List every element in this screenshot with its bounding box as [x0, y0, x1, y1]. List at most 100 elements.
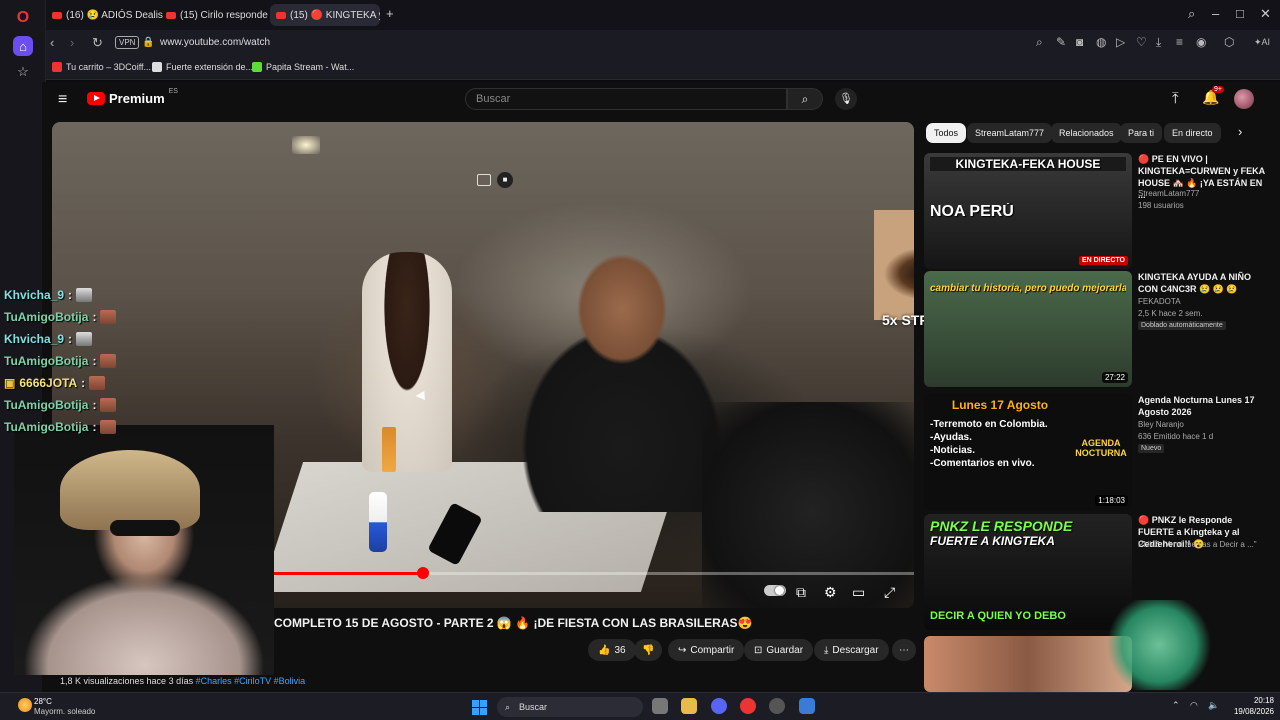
voice-search-button[interactable]: 🎙: [835, 88, 857, 110]
weather-description[interactable]: Mayorm. soleado: [34, 707, 95, 716]
chip-para-ti[interactable]: Para ti: [1120, 123, 1163, 143]
chip-relacionados[interactable]: Relacionados: [1051, 123, 1122, 143]
like-button[interactable]: 👍 36: [588, 639, 636, 661]
thumbnail[interactable]: KINGTEKA-FEKA HOUSE NOA PERÚ EN DIRECTO: [924, 153, 1132, 269]
thumbnail-line: -Terremoto en Colombia.: [930, 419, 1048, 430]
camera-icon[interactable]: ■: [497, 172, 513, 188]
forward-icon[interactable]: ›: [70, 35, 74, 50]
autoplay-toggle[interactable]: [764, 585, 786, 596]
search-tabs-icon[interactable]: ⌕: [1188, 6, 1195, 22]
menu-icon[interactable]: ≡: [1176, 35, 1183, 49]
new-tab-icon[interactable]: +: [386, 6, 394, 21]
tab-1[interactable]: (16) 😢 ADIÓS Dealis ¡FE: [46, 4, 166, 26]
duration-badge: 27:22: [1101, 372, 1128, 383]
ai-button[interactable]: ✦AI: [1254, 37, 1270, 48]
theater-mode-icon[interactable]: ▭: [852, 584, 865, 601]
settings-gear-icon[interactable]: ⚙: [824, 584, 837, 601]
back-icon[interactable]: ‹: [50, 35, 54, 50]
camera-icon[interactable]: ◙: [1076, 35, 1083, 49]
vpn-badge[interactable]: VPN: [115, 36, 140, 49]
share-button[interactable]: ↪ Compartir: [668, 639, 745, 661]
recommendation-item[interactable]: KINGTEKA-FEKA HOUSE NOA PERÚ EN DIRECTO …: [924, 153, 1268, 271]
wifi-icon[interactable]: ◠: [1190, 700, 1198, 711]
recommendation-item[interactable]: cambiar tu historia, pero puedo mejorarl…: [924, 271, 1268, 389]
chat-separator: :: [92, 398, 97, 412]
pinboard-icon[interactable]: ☆: [13, 62, 33, 82]
recommendation-channel[interactable]: Bley Naranjo: [1138, 420, 1184, 429]
recommendation-title[interactable]: KINGTEKA AYUDA A NIÑO CON C4NC3R 😢 😢 😢: [1138, 271, 1266, 295]
volume-icon[interactable]: 🔈: [1208, 700, 1219, 711]
edit-icon[interactable]: ✎: [1056, 35, 1066, 49]
task-view-icon[interactable]: [652, 698, 668, 714]
youtube-logo[interactable]: Premium ES: [87, 88, 178, 106]
video-frame-bottle: [369, 492, 387, 552]
microphone-icon: 🎙: [839, 93, 853, 105]
opera-browser-icon[interactable]: [740, 698, 756, 714]
subtitles-icon[interactable]: ⧉: [796, 584, 806, 601]
youtube-play-icon: [87, 92, 105, 105]
weather-temperature[interactable]: 28°C: [34, 697, 52, 706]
recommendation-channel[interactable]: FEKADOTA: [1138, 297, 1181, 306]
chip-en-directo[interactable]: En directo: [1164, 123, 1221, 143]
url-field[interactable]: www.youtube.com/watch: [160, 37, 270, 48]
extensions-icon[interactable]: ⬡: [1224, 35, 1234, 49]
close-window-icon[interactable]: ✕: [1260, 6, 1271, 22]
taskbar-search[interactable]: ⌕ Buscar: [497, 697, 643, 717]
download-icon[interactable]: ⤓: [1156, 35, 1161, 50]
heart-icon[interactable]: ♡: [1136, 35, 1147, 49]
recommendation-channel[interactable]: StreamLatam777: [1138, 189, 1199, 198]
weather-sun-icon[interactable]: [18, 698, 32, 712]
discord-icon[interactable]: [711, 698, 727, 714]
hashtags[interactable]: #Charles #CiriloTV #Bolivia: [196, 676, 306, 686]
recommendation-meta: 198 usuarios: [1138, 201, 1184, 210]
minimize-icon[interactable]: –: [1212, 6, 1219, 21]
hamburger-menu-icon[interactable]: ≡: [58, 91, 67, 109]
more-actions-button[interactable]: ⋯: [892, 639, 916, 661]
tray-chevron-icon[interactable]: ⌃: [1172, 700, 1180, 711]
home-icon[interactable]: ⌂: [13, 36, 33, 56]
thumbnail[interactable]: Lunes 17 Agosto -Terremoto en Colombia. …: [924, 394, 1132, 510]
download-button[interactable]: ⤓ Descargar: [814, 639, 889, 661]
chip-todos[interactable]: Todos: [926, 123, 967, 143]
dislike-button[interactable]: 👎: [634, 639, 663, 661]
opera-logo-icon[interactable]: O: [13, 8, 33, 28]
settings-app-icon[interactable]: [799, 698, 815, 714]
thumbnail-line: -Noticias.: [930, 445, 976, 456]
bookmark-1[interactable]: Tu carrito – 3DCoiff...: [52, 62, 151, 72]
maximize-icon[interactable]: □: [1236, 6, 1244, 21]
upload-icon[interactable]: ⤒: [1172, 90, 1179, 107]
miniplayer-icon[interactable]: [477, 174, 491, 186]
save-button[interactable]: ⊡ Guardar: [744, 639, 814, 661]
tab-3-active[interactable]: (15) 🔴 KINGTEKA y F: [270, 4, 380, 26]
bookmark-favicon-icon: [152, 62, 162, 72]
profile-icon[interactable]: ◉: [1196, 35, 1206, 49]
start-button[interactable]: [472, 700, 487, 715]
clock-date[interactable]: 19/08/2026: [1226, 707, 1274, 716]
chat-emote-icon: [100, 420, 117, 434]
search-input[interactable]: Buscar: [465, 88, 787, 110]
reload-icon[interactable]: ↻: [92, 35, 103, 51]
recommendation-title[interactable]: Agenda Nocturna Lunes 17 Agosto 2026: [1138, 394, 1266, 418]
chat-badge-icon: ▣: [4, 376, 16, 390]
progress-scrubber-handle[interactable]: [416, 567, 429, 579]
avatar[interactable]: [1234, 89, 1254, 109]
shield-icon[interactable]: ◍: [1096, 35, 1106, 49]
recommendation-item[interactable]: PNKZ LE RESPONDE FUERTE A KINGTEKA DECIR…: [924, 514, 1268, 632]
thumbnail[interactable]: PNKZ LE RESPONDE FUERTE A KINGTEKA DECIR…: [924, 514, 1132, 630]
play-icon[interactable]: ▷: [1116, 35, 1125, 49]
recommendation-item[interactable]: Lunes 17 Agosto -Terremoto en Colombia. …: [924, 394, 1268, 512]
file-explorer-icon[interactable]: [681, 698, 697, 714]
bookmark-2[interactable]: Fuerte extensión de...: [152, 62, 253, 72]
search-page-icon[interactable]: ⌕: [1036, 35, 1043, 50]
app-icon[interactable]: [769, 698, 785, 714]
chip-streamlatam[interactable]: StreamLatam777: [967, 123, 1053, 143]
search-button[interactable]: ⌕: [787, 88, 823, 110]
chat-username: TuAmigoBotija: [4, 354, 89, 368]
recommendation-channel[interactable]: PNKZ: "A mí me vas a Decir a ...": [1138, 540, 1257, 549]
bookmark-3[interactable]: Papita Stream - Wat...: [252, 62, 354, 72]
chips-next-icon[interactable]: ›: [1238, 124, 1242, 139]
fullscreen-icon[interactable]: ⤢: [884, 584, 895, 601]
tab-2[interactable]: (15) Cirilo responde a Ron: [160, 4, 270, 26]
thumbnail[interactable]: cambiar tu historia, pero puedo mejorarl…: [924, 271, 1132, 387]
clock-time[interactable]: 20:18: [1226, 696, 1274, 705]
